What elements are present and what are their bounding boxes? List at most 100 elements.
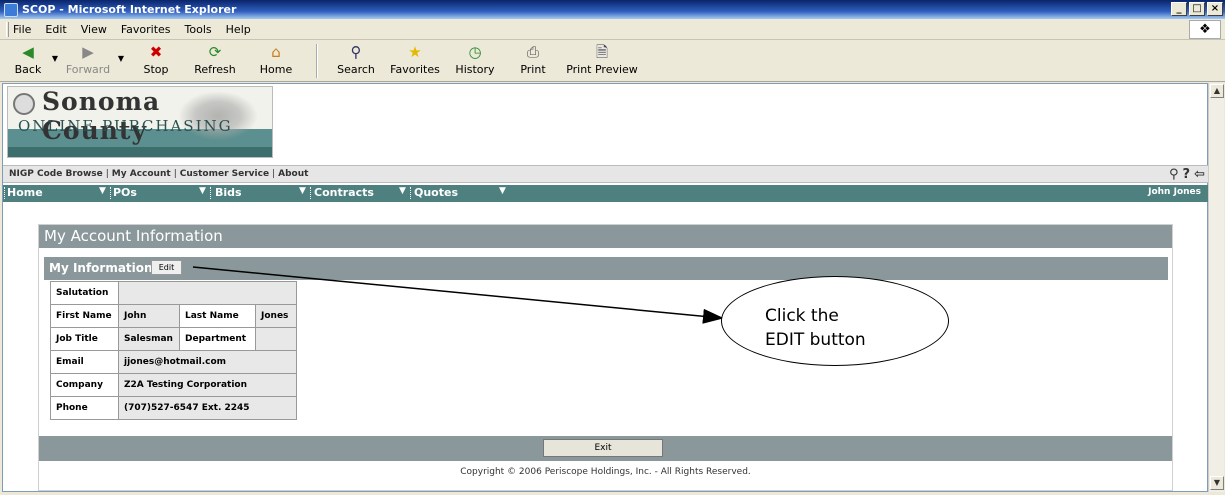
home-label: Home — [259, 63, 293, 76]
chevron-down-icon[interactable]: ▼ — [499, 186, 506, 196]
back-dropdown-icon[interactable]: ▼ — [48, 54, 62, 63]
refresh-button[interactable]: ⟳ Refresh — [184, 43, 246, 76]
department-label: Department — [179, 327, 256, 351]
last-name-value: Jones — [255, 304, 297, 328]
nav-divider — [210, 187, 211, 199]
menu-favorites[interactable]: Favorites — [121, 23, 171, 36]
job-title-value: Salesman — [118, 327, 180, 351]
favorites-button[interactable]: ★ Favorites — [384, 43, 446, 76]
nav-divider — [4, 187, 5, 199]
company-label: Company — [50, 373, 119, 397]
chevron-down-icon[interactable]: ▼ — [99, 186, 106, 196]
company-value: Z2A Testing Corporation — [118, 373, 297, 397]
maximize-button[interactable]: □ — [1189, 2, 1205, 16]
vertical-scrollbar[interactable]: ▲ ▼ — [1208, 83, 1224, 492]
minimize-button[interactable]: _ — [1171, 2, 1187, 16]
panel-footer: Exit — [39, 436, 1172, 461]
forward-button[interactable]: ▶ Forward — [62, 43, 114, 76]
menu-view[interactable]: View — [81, 23, 107, 36]
main-nav: Home ▼ POs ▼ Bids ▼ Contracts ▼ Quotes ▼… — [3, 185, 1209, 202]
callout-line-2: EDIT button — [765, 330, 866, 350]
favorites-label: Favorites — [390, 63, 440, 76]
toolbar-separator — [316, 44, 318, 78]
logo-subtitle: ONLINE PURCHASING — [18, 117, 233, 135]
logout-icon[interactable]: ⇦ — [1194, 167, 1205, 182]
stop-label: Stop — [143, 63, 169, 76]
callout-line-1: Click the — [765, 306, 839, 326]
toolbar: ◀ Back ▼ ▶ Forward ▼ ✖ Stop ⟳ Refresh ⌂ … — [0, 40, 1225, 82]
back-button[interactable]: ◀ Back — [8, 43, 48, 76]
print-label: Print — [520, 63, 546, 76]
window-title: SCOP - Microsoft Internet Explorer — [22, 3, 237, 16]
print-preview-button[interactable]: 🗎 Print Preview — [562, 43, 642, 76]
nav-link-customer-service[interactable]: Customer Service — [180, 169, 269, 179]
email-value: jjones@hotmail.com — [118, 350, 297, 374]
forward-label: Forward — [65, 63, 111, 76]
salutation-value — [118, 281, 297, 305]
close-button[interactable]: × — [1207, 2, 1223, 16]
scroll-up-icon[interactable]: ▲ — [1210, 84, 1224, 98]
menu-tools[interactable]: Tools — [185, 23, 212, 36]
copyright-text: Copyright © 2006 Periscope Holdings, Inc… — [460, 467, 751, 477]
chevron-down-icon[interactable]: ▼ — [299, 186, 306, 196]
nav-link-nigp[interactable]: NIGP Code Browse — [9, 169, 103, 179]
nav-home[interactable]: Home — [7, 186, 43, 199]
nav-bids[interactable]: Bids — [215, 186, 242, 199]
forward-dropdown-icon[interactable]: ▼ — [114, 54, 128, 63]
back-arrow-icon: ◀ — [22, 43, 34, 61]
top-links-bar: NIGP Code Browse | My Account | Customer S… — [3, 165, 1209, 183]
nav-divider — [310, 187, 311, 199]
nav-link-about[interactable]: About — [278, 169, 308, 179]
county-seal-icon — [13, 93, 35, 115]
back-label: Back — [14, 63, 42, 76]
logo-title: Sonoma County — [42, 87, 161, 145]
home-button[interactable]: ⌂ Home — [246, 43, 306, 76]
exit-button[interactable]: Exit — [543, 439, 663, 457]
scroll-down-icon[interactable]: ▼ — [1210, 476, 1224, 490]
email-label: Email — [50, 350, 119, 374]
chevron-down-icon[interactable]: ▼ — [399, 186, 406, 196]
nav-separator: | — [173, 169, 177, 179]
last-name-label: Last Name — [179, 304, 256, 328]
nav-separator: | — [105, 169, 109, 179]
department-value — [255, 327, 297, 351]
history-label: History — [455, 63, 495, 76]
phone-value: (707)527-6547 Ext. 2245 — [118, 396, 297, 420]
stop-button[interactable]: ✖ Stop — [128, 43, 184, 76]
star-icon: ★ — [408, 43, 422, 61]
menu-help[interactable]: Help — [226, 23, 251, 36]
menu-file[interactable]: File — [13, 23, 31, 36]
nav-contracts[interactable]: Contracts — [314, 186, 374, 199]
nav-link-my-account[interactable]: My Account — [112, 169, 171, 179]
search-icon[interactable]: ⚲ — [1169, 167, 1179, 182]
job-title-label: Job Title — [50, 327, 119, 351]
menu-grip — [6, 21, 9, 37]
account-panel: My Account Information My Information Ed… — [38, 224, 1173, 491]
first-name-label: First Name — [50, 304, 119, 328]
first-name-value: John — [118, 304, 180, 328]
table-row: Email jjones@hotmail.com — [50, 350, 297, 374]
nav-pos[interactable]: POs — [113, 186, 137, 199]
printer-icon: ⎙ — [526, 43, 539, 61]
print-button[interactable]: ⎙ Print — [504, 43, 562, 76]
stop-icon: ✖ — [149, 43, 163, 61]
section-header: My Information Edit — [44, 257, 1168, 280]
menu-bar: File Edit View Favorites Tools Help ❖ — [0, 19, 1225, 40]
table-row: Company Z2A Testing Corporation — [50, 373, 297, 397]
menu-edit[interactable]: Edit — [45, 23, 66, 36]
info-table: Salutation First Name John Last Name Jon… — [50, 281, 297, 420]
windows-logo-icon: ❖ — [1189, 20, 1221, 39]
help-icon[interactable]: ? — [1183, 167, 1191, 182]
salutation-label: Salutation — [50, 281, 119, 305]
edit-button[interactable]: Edit — [151, 260, 182, 275]
search-button[interactable]: ⚲ Search — [328, 43, 384, 76]
history-button[interactable]: ◷ History — [446, 43, 504, 76]
refresh-label: Refresh — [194, 63, 236, 76]
table-row: Salutation — [50, 281, 297, 305]
table-row: First Name John Last Name Jones — [50, 304, 297, 328]
chevron-down-icon[interactable]: ▼ — [199, 186, 206, 196]
nav-quotes[interactable]: Quotes — [414, 186, 458, 199]
print-preview-icon: 🗎 — [595, 43, 609, 61]
callout-text: Click the EDIT button — [765, 304, 866, 352]
history-icon: ◷ — [468, 43, 482, 61]
